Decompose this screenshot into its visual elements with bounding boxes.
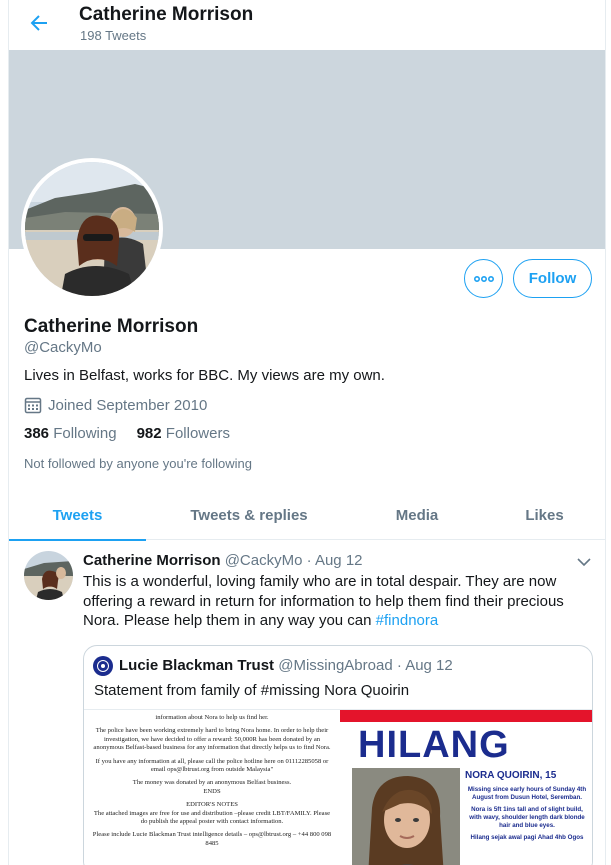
tweet-text: This is a wonderful, loving family who a… [83, 572, 583, 631]
poster-photo [352, 768, 460, 865]
doc-line: EDITOR'S NOTES [186, 801, 238, 809]
tweet[interactable]: Catherine Morrison @CackyMo · Aug 12 Thi… [9, 541, 605, 865]
profile-bio: Lives in Belfast, works for BBC. My view… [24, 367, 385, 384]
doc-line: The police have been working extremely h… [93, 727, 331, 752]
poster-info-line: Hilang sejak awal pagi Ahad 4hb Ogos [470, 834, 584, 841]
joined-text: Joined September 2010 [48, 396, 208, 414]
tab-media[interactable]: Media [352, 490, 482, 540]
poster-info-line: Missing since early hours of Sunday 4th … [467, 786, 587, 801]
profile-joined: Joined September 2010 [24, 396, 207, 414]
followers-link[interactable]: 982 Followers [137, 425, 230, 442]
quote-media[interactable]: information about Nora to help us find h… [84, 709, 592, 865]
quote-text: Statement from family of #missing Nora Q… [94, 682, 410, 699]
profile-name: Catherine Morrison [24, 316, 199, 337]
quote-header: Lucie Blackman Trust @MissingAbroad · Au… [119, 657, 453, 674]
top-bar: Catherine Morrison 198 Tweets [9, 0, 605, 50]
quote-handle: @MissingAbroad [278, 657, 393, 674]
tab-tweets[interactable]: Tweets [9, 490, 146, 541]
tweet-handle[interactable]: @CackyMo [225, 552, 303, 569]
doc-line: ENDS [203, 787, 221, 795]
doc-line: information about Nora to help us find h… [155, 714, 269, 721]
following-label: Following [53, 425, 117, 442]
tab-likes[interactable]: Likes [482, 490, 605, 540]
tab-tweets-replies[interactable]: Tweets & replies [146, 490, 352, 540]
following-link[interactable]: 386 Following [24, 425, 117, 442]
tweet-avatar[interactable] [24, 551, 73, 600]
tweet-body: This is a wonderful, loving family who a… [83, 573, 564, 629]
more-options-button[interactable] [464, 259, 503, 298]
header-tweet-count: 198 Tweets [80, 28, 147, 43]
profile-avatar[interactable] [21, 158, 163, 300]
quote-author: Lucie Blackman Trust [119, 657, 275, 674]
avatar-photo [25, 162, 159, 296]
doc-line: If you have any information at all, plea… [95, 757, 329, 774]
chevron-down-icon[interactable] [575, 553, 593, 571]
hashtag-link[interactable]: #findnora [376, 612, 439, 629]
doc-line: The attached images are free for use and… [93, 809, 331, 826]
poster-title: HILANG [358, 724, 510, 766]
doc-line: Please include Lucie Blackman Trust inte… [92, 831, 332, 847]
profile-stats: 386 Following 982 Followers [24, 425, 230, 442]
poster-info: Missing since early hours of Sunday 4th … [466, 786, 588, 842]
followers-label: Followers [165, 425, 230, 442]
tweet-author[interactable]: Catherine Morrison [83, 552, 221, 569]
profile-tabs: Tweets Tweets & replies Media Likes [9, 490, 605, 541]
doc-line: The money was donated by an anonymous Be… [132, 779, 292, 787]
missing-poster: HILANG NORA QUOIRIN, 15 Missing since ea… [340, 710, 592, 865]
statement-document: information about Nora to help us find h… [84, 710, 340, 865]
tweet-date[interactable]: · Aug 12 [307, 552, 363, 569]
quoted-tweet[interactable]: Lucie Blackman Trust @MissingAbroad · Au… [83, 645, 593, 865]
not-followed-note: Not followed by anyone you're following [24, 456, 252, 471]
quote-date: · Aug 12 [396, 657, 453, 674]
following-count: 386 [24, 425, 50, 442]
header-name: Catherine Morrison [79, 4, 254, 25]
poster-red-band [340, 710, 592, 722]
trust-logo-icon [93, 656, 113, 676]
poster-name: NORA QUOIRIN, 15 [465, 770, 557, 781]
profile-page: Catherine Morrison 198 Tweets Follow Cat… [8, 0, 606, 865]
profile-handle: @CackyMo [24, 339, 102, 356]
back-arrow-icon[interactable] [27, 11, 51, 35]
tweet-header: Catherine Morrison @CackyMo · Aug 12 [83, 552, 363, 569]
follow-button[interactable]: Follow [513, 259, 592, 298]
poster-info-line: Nora is 5ft 1ins tall and of slight buil… [469, 806, 585, 829]
calendar-icon [24, 397, 42, 414]
followers-count: 982 [136, 425, 162, 442]
more-icon [473, 275, 494, 282]
